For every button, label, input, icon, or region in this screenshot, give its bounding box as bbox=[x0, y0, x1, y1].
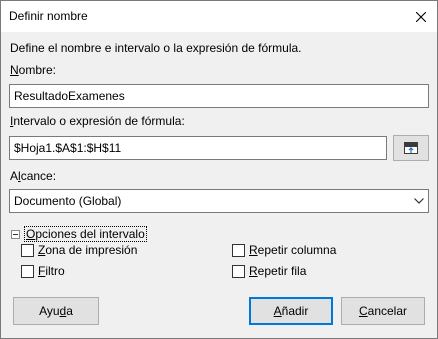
chevron-down-icon[interactable] bbox=[410, 190, 428, 212]
filter-checkbox[interactable]: Filtro bbox=[21, 264, 65, 278]
close-icon bbox=[416, 11, 426, 22]
add-button-hotkey: A bbox=[273, 304, 282, 318]
close-button[interactable] bbox=[405, 1, 437, 32]
range-input[interactable]: $Hoja1.$A$1:$H$11 bbox=[9, 136, 387, 160]
name-input[interactable]: ResultadoExamenes bbox=[9, 84, 429, 108]
help-button[interactable]: Ayu d a bbox=[13, 297, 99, 325]
help-button-hotkey: d bbox=[59, 304, 67, 318]
window-title: Definir nombre bbox=[9, 9, 88, 23]
filter-text: iltro bbox=[45, 264, 65, 278]
print-range-checkbox[interactable]: Zona de impresión bbox=[21, 243, 137, 257]
repeat-column-text: epetir columna bbox=[257, 243, 337, 257]
print-range-box[interactable] bbox=[21, 243, 34, 257]
repeat-row-box[interactable] bbox=[232, 264, 245, 278]
repeat-column-checkbox[interactable]: Repetir columna bbox=[232, 243, 336, 257]
range-label-text: ntervalo o expresión de fórmula: bbox=[13, 114, 185, 128]
cancel-button[interactable]: Cancelar bbox=[341, 297, 425, 325]
scope-selected-value: Documento (Global) bbox=[14, 194, 122, 208]
repeat-column-box[interactable] bbox=[232, 243, 245, 257]
range-options-label: Opciones del intervalo bbox=[24, 226, 147, 242]
filter-box[interactable] bbox=[21, 264, 34, 278]
repeat-column-label: Repetir columna bbox=[249, 243, 336, 257]
scope-select[interactable]: Documento (Global) bbox=[9, 189, 429, 213]
shrink-icon bbox=[404, 142, 418, 154]
scope-label-pre: A bbox=[10, 169, 19, 183]
title-bar: Definir nombre bbox=[1, 1, 437, 32]
scope-label-text: cance: bbox=[20, 169, 57, 183]
name-label-hotkey: N bbox=[10, 63, 19, 77]
add-button[interactable]: Añadir bbox=[249, 297, 333, 325]
help-button-rest: a bbox=[66, 304, 73, 318]
repeat-row-hotkey: R bbox=[249, 264, 258, 278]
range-options-hotkey: O bbox=[26, 227, 36, 241]
repeat-row-checkbox[interactable]: Repetir fila bbox=[232, 264, 306, 278]
add-button-rest: ñadir bbox=[281, 304, 309, 318]
range-options-text: pciones del intervalo bbox=[35, 227, 145, 241]
filter-label: Filtro bbox=[38, 264, 65, 278]
define-name-dialog: Definir nombre Define el nombre e interv… bbox=[0, 0, 438, 339]
dialog-description: Define el nombre e intervalo o la expres… bbox=[10, 41, 302, 55]
cancel-button-rest: ancelar bbox=[367, 304, 408, 318]
repeat-row-text: epetir fila bbox=[257, 264, 307, 278]
scope-label: Alcance: bbox=[10, 169, 56, 183]
repeat-column-hotkey: R bbox=[249, 243, 258, 257]
repeat-row-label: Repetir fila bbox=[249, 264, 306, 278]
name-label: Nombre: bbox=[10, 63, 56, 77]
collapse-icon[interactable] bbox=[11, 229, 20, 239]
range-label: Intervalo o expresión de fórmula: bbox=[10, 114, 185, 128]
cancel-button-hotkey: C bbox=[358, 304, 368, 318]
shrink-dialog-button[interactable] bbox=[393, 135, 429, 161]
print-range-text: ona de impresión bbox=[45, 243, 138, 257]
name-label-text: ombre: bbox=[18, 63, 57, 77]
range-options-expander[interactable]: Opciones del intervalo bbox=[11, 226, 147, 242]
print-range-label: Zona de impresión bbox=[38, 243, 137, 257]
help-button-pre: Ayu bbox=[39, 304, 60, 318]
